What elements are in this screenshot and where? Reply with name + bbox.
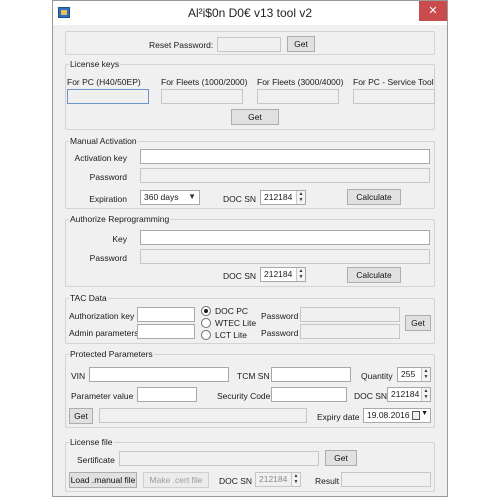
quantity-value: 255 [401, 369, 416, 379]
protected-doc-sn-stepper[interactable]: 212184 ▲ ▼ [387, 387, 431, 402]
reset-password-input[interactable] [217, 37, 281, 52]
manual-doc-sn-label: DOC SN [223, 194, 257, 204]
manual-calculate-button[interactable]: Calculate [347, 189, 401, 205]
license-service-tool-output[interactable] [353, 89, 435, 104]
radio-wtec-lite[interactable] [201, 318, 211, 328]
reprogramming-password-output[interactable] [140, 249, 430, 264]
calendar-icon [412, 411, 420, 420]
license-fleets-3000-output[interactable] [257, 89, 339, 104]
load-manual-file-button[interactable]: Load .manual file [69, 472, 137, 488]
license-doc-sn-label: DOC SN [219, 476, 253, 486]
license-keys-get-button[interactable]: Get [231, 109, 279, 125]
authorization-key-input[interactable] [137, 307, 195, 322]
expiration-label: Expiration [89, 194, 127, 204]
spin-arrows-icon[interactable]: ▲ ▼ [421, 368, 430, 381]
manual-doc-sn-stepper[interactable]: 212184 ▲ ▼ [260, 190, 306, 205]
certificate-label: Sertificate [77, 455, 115, 465]
tac-data-legend: TAC Data [69, 293, 108, 303]
radio-lct-lite-label: LCT Lite [215, 330, 247, 340]
reprogramming-doc-sn-stepper[interactable]: 212184 ▲ ▼ [260, 267, 306, 282]
license-doc-sn-value: 212184 [259, 474, 288, 484]
app-window: Al²i$0n D0€ v13 tool v2 ✕ Reset Password… [52, 0, 448, 497]
manual-doc-sn-value: 212184 [264, 192, 293, 202]
tcm-sn-label: TCM SN [237, 371, 270, 381]
license-pc-output[interactable] [67, 89, 149, 104]
spin-arrows-icon[interactable]: ▲ ▼ [291, 473, 300, 486]
manual-activation-legend: Manual Activation [69, 136, 138, 146]
certificate-input[interactable] [119, 451, 319, 466]
reprogramming-doc-sn-label: DOC SN [223, 271, 257, 281]
radio-doc-pc-label: DOC PC [215, 306, 249, 316]
vin-label: VIN [71, 371, 86, 381]
radio-doc-pc[interactable] [201, 306, 211, 316]
admin-parameters-label: Admin parameters [69, 328, 139, 338]
expiration-value: 360 days [144, 192, 179, 202]
activation-key-label: Activation key [74, 153, 127, 163]
quantity-label: Quantity [361, 371, 393, 381]
reset-password-label: Reset Password: [149, 40, 214, 50]
spin-arrows-icon[interactable]: ▲ ▼ [421, 388, 430, 401]
spin-arrows-icon[interactable]: ▲ ▼ [296, 268, 305, 281]
expiry-date-picker[interactable]: 19.08.2016 ▼ [363, 408, 431, 423]
spin-arrows-icon[interactable]: ▲ ▼ [296, 191, 305, 204]
license-doc-sn-stepper[interactable]: 212184 ▲ ▼ [255, 472, 301, 487]
authorize-reprogramming-legend: Authorize Reprogramming [69, 214, 171, 224]
activation-key-input[interactable] [140, 149, 430, 164]
certificate-get-button[interactable]: Get [325, 450, 357, 466]
security-code-input[interactable] [271, 387, 347, 402]
result-label: Result [315, 476, 340, 486]
radio-wtec-lite-label: WTEC Lite [215, 318, 257, 328]
license-result-output[interactable] [341, 472, 431, 487]
license-fleets-1000-output[interactable] [161, 89, 243, 104]
reprogramming-calculate-button[interactable]: Calculate [347, 267, 401, 283]
expiry-date-value: 19.08.2016 [367, 410, 410, 420]
protected-result-output[interactable] [99, 408, 307, 423]
license-file-legend: License file [69, 437, 114, 447]
license-pc-label: For PC (H40/50EP) [67, 77, 141, 87]
close-button[interactable]: ✕ [419, 1, 447, 21]
tac-password-label-1: Password [261, 311, 299, 321]
title-bar: Al²i$0n D0€ v13 tool v2 ✕ [53, 1, 447, 25]
quantity-stepper[interactable]: 255 ▲ ▼ [397, 367, 431, 382]
protected-get-button[interactable]: Get [69, 408, 93, 424]
tac-password-label-2: Password [261, 328, 299, 338]
manual-password-label: Password [89, 172, 127, 182]
reprogramming-key-input[interactable] [140, 230, 430, 245]
admin-parameters-input[interactable] [137, 324, 195, 339]
license-fleets-3000-label: For Fleets (3000/4000) [257, 77, 344, 87]
manual-password-output[interactable] [140, 168, 430, 183]
chevron-down-icon: ▼ [188, 192, 196, 201]
tac-get-button[interactable]: Get [405, 315, 431, 331]
tac-password-output-1[interactable] [300, 307, 400, 322]
reprogramming-key-label: Key [112, 234, 127, 244]
reset-password-get-button[interactable]: Get [287, 36, 315, 52]
tac-password-output-2[interactable] [300, 324, 400, 339]
parameter-value-label: Parameter value [71, 391, 134, 401]
protected-doc-sn-value: 212184 [391, 389, 420, 399]
security-code-label: Security Code [217, 391, 271, 401]
window-title: Al²i$0n D0€ v13 tool v2 [187, 6, 313, 20]
license-fleets-1000-label: For Fleets (1000/2000) [161, 77, 248, 87]
protected-parameters-legend: Protected Parameters [69, 349, 154, 359]
parameter-value-input[interactable] [137, 387, 197, 402]
tcm-sn-input[interactable] [271, 367, 351, 382]
license-service-tool-label: For PC - Service Tool [353, 77, 434, 87]
protected-doc-sn-label: DOC SN [354, 391, 388, 401]
expiration-select[interactable]: 360 days ▼ [140, 190, 200, 205]
radio-lct-lite[interactable] [201, 330, 211, 340]
reprogramming-doc-sn-value: 212184 [264, 269, 293, 279]
authorization-key-label: Authorization key [69, 311, 135, 321]
expiry-date-label: Expiry date [317, 412, 360, 422]
vin-input[interactable] [89, 367, 229, 382]
chevron-down-icon: ▼ [421, 410, 428, 417]
reprogramming-password-label: Password [89, 253, 127, 263]
make-cert-file-button[interactable]: Make .cert file [143, 472, 209, 488]
license-keys-legend: License keys [69, 59, 121, 69]
